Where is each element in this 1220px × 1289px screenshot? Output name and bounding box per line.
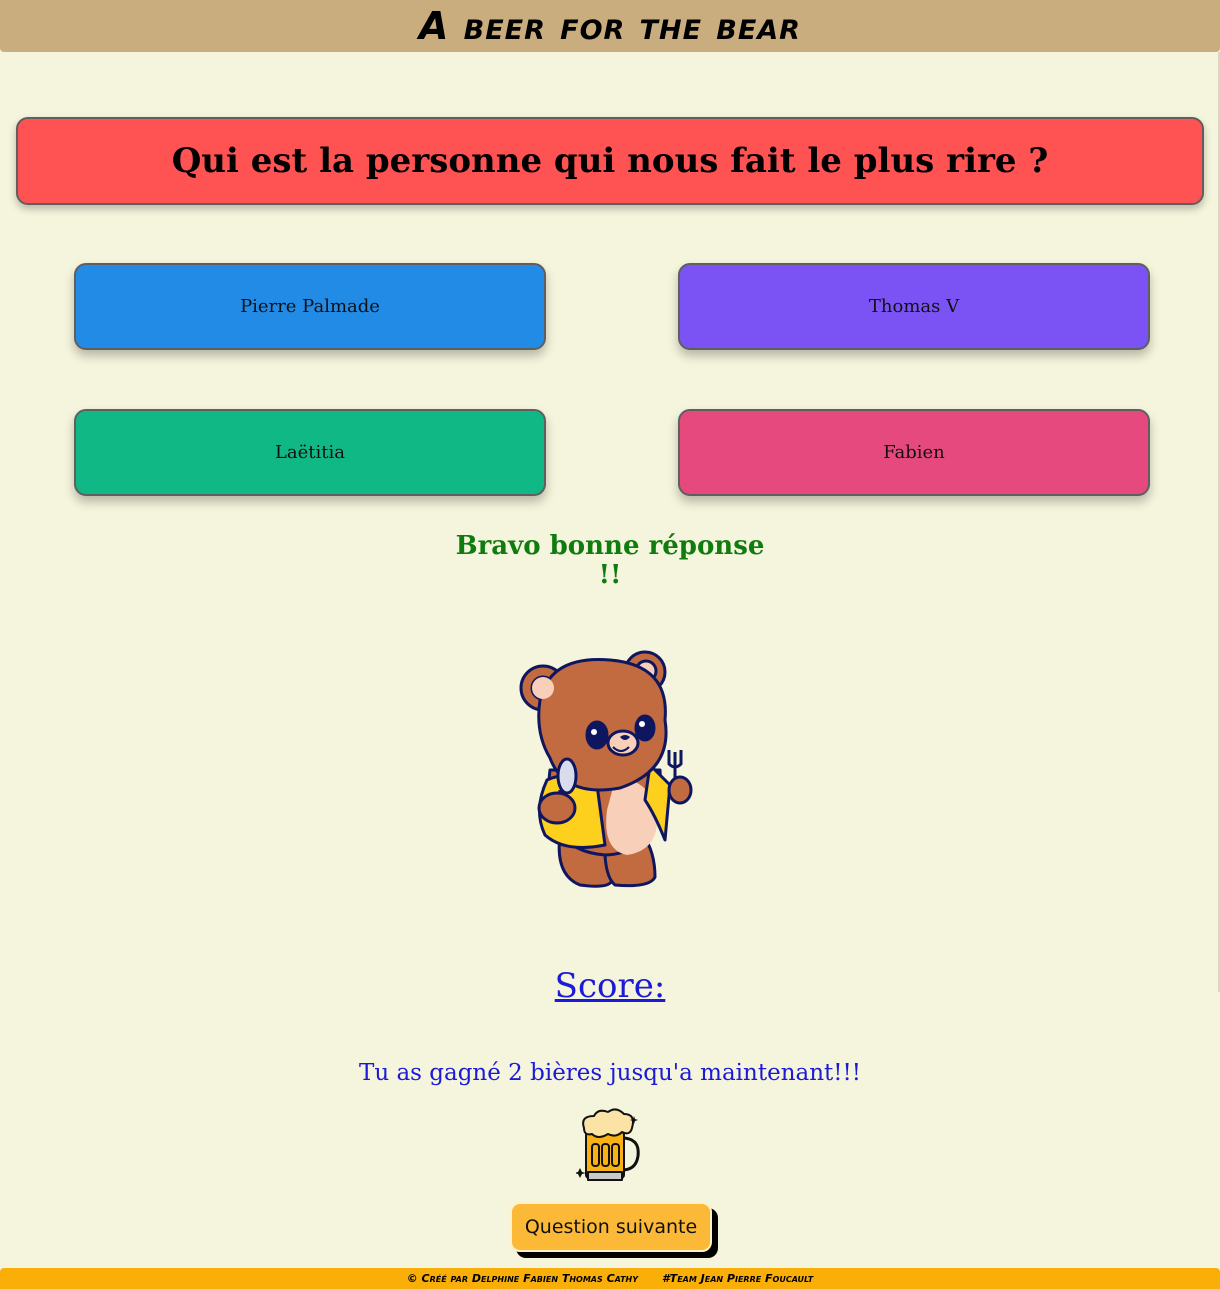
footer-team: #Team Jean Pierre Foucault (662, 1272, 814, 1285)
beer-mug-icon (576, 1108, 640, 1181)
feedback-line-2: !! (598, 560, 622, 590)
answer-button-4[interactable]: Fabien (678, 409, 1150, 496)
answer-button-3[interactable]: Laëtitia (74, 409, 546, 496)
question-text: Qui est la personne qui nous fait le plu… (171, 141, 1049, 181)
bear-mascot-image (519, 650, 693, 888)
score-message: Tu as gagné 2 bières jusqu'a maintenant!… (358, 1060, 862, 1086)
feedback-line-1: Bravo bonne réponse (455, 531, 765, 561)
next-question-button[interactable]: Question suivante (510, 1202, 712, 1252)
feedback-message: Bravo bonne réponse !! (450, 532, 770, 590)
app-title: A beer for the bear (419, 4, 801, 48)
footer-credits: © Créé par Delphine Fabien Thomas Cathy (406, 1272, 639, 1285)
score-label: Score: (554, 966, 666, 1006)
top-bar: A beer for the bear (0, 0, 1220, 52)
answer-button-1[interactable]: Pierre Palmade (74, 263, 546, 350)
answer-button-2[interactable]: Thomas V (678, 263, 1150, 350)
footer: © Créé par Delphine Fabien Thomas Cathy … (0, 1268, 1220, 1289)
question-box: Qui est la personne qui nous fait le plu… (16, 117, 1204, 205)
